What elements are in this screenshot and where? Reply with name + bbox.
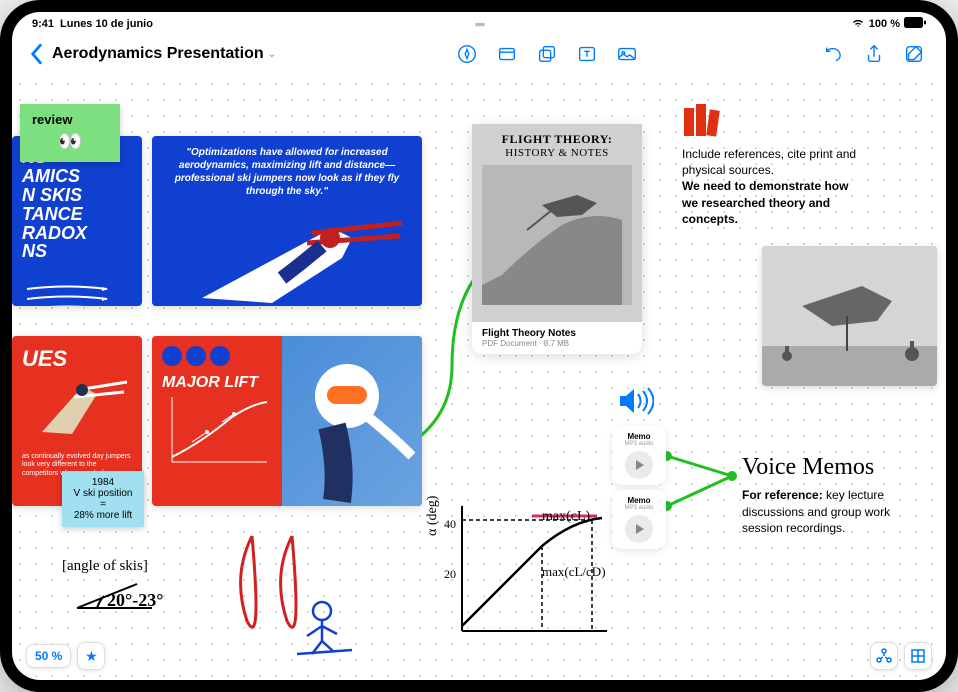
slide-red-majorlift[interactable]: MAJOR LIFT [152,336,422,506]
undo-icon[interactable] [818,38,850,70]
books-icon [682,104,722,140]
play-button[interactable] [625,451,653,479]
audio-memo-1[interactable]: Memo MP3 audio [612,426,666,485]
back-button[interactable] [28,43,44,65]
toolbar: Aerodynamics Presentation ⌄ [12,32,946,76]
text-tool-icon[interactable] [571,38,603,70]
compose-icon[interactable] [898,38,930,70]
sticky-note-review[interactable]: review 👀 [20,104,120,162]
wifi-icon [851,18,865,31]
battery-percent: 100 % [869,18,900,30]
graph-tick-20: 20 [444,566,456,582]
graph-label-maxclcd: max(cL/cD) [542,563,606,581]
sticky-note-icon[interactable] [491,38,523,70]
text-voice-memos[interactable]: Voice Memos For reference: key lecture d… [742,451,912,536]
freeform-canvas[interactable]: NS AMICS N SKIS TANCE RADOX NS "Optimiza… [12,76,946,680]
document-title: Aerodynamics Presentation [52,45,264,63]
slide-blue-quote[interactable]: "Optimizations have allowed for increase… [152,136,422,306]
graph-yaxis-label: α (deg) [424,496,443,536]
file-meta: PDF Document · 8.7 MB [482,339,632,348]
graph-label-maxcl: max(cL) [542,508,590,527]
file-name: Flight Theory Notes [482,328,632,339]
audio-memo-2[interactable]: Memo MP3 audio [612,490,666,549]
battery-icon [904,17,926,31]
favorite-button[interactable]: ★ [77,642,105,670]
handwriting-angle-value: 20°-23° [107,588,163,612]
speaker-icon [618,386,654,416]
doodle-skier [222,526,362,656]
play-button[interactable] [625,515,653,543]
pen-tool-icon[interactable] [451,38,483,70]
graph-tick-40: 40 [444,516,456,532]
chevron-down-icon: ⌄ [268,49,276,60]
text-references[interactable]: Include references, cite print and physi… [682,146,862,227]
eyes-emoji: 👀 [32,129,108,154]
image-glider[interactable] [762,246,937,386]
sticky-note-1984[interactable]: 1984 V ski position = 28% more lift [62,471,144,527]
grid-toggle-icon[interactable] [904,642,932,670]
document-title-dropdown[interactable]: Aerodynamics Presentation ⌄ [52,45,276,63]
share-icon[interactable] [858,38,890,70]
sticky-text: review [32,112,108,127]
multitask-handle[interactable]: ••• [475,16,484,32]
handwriting-angle-label: [angle of skis] [62,556,148,576]
status-date: Lunes 10 de junio [60,18,153,30]
shape-tool-icon[interactable] [531,38,563,70]
media-tool-icon[interactable] [611,38,643,70]
status-time: 9:41 [32,18,54,30]
file-attachment-pdf[interactable]: FLIGHT THEORY: HISTORY & NOTES Flight Th… [472,124,642,354]
collaborators-icon[interactable] [870,642,898,670]
zoom-level[interactable]: 50 % [26,644,71,668]
